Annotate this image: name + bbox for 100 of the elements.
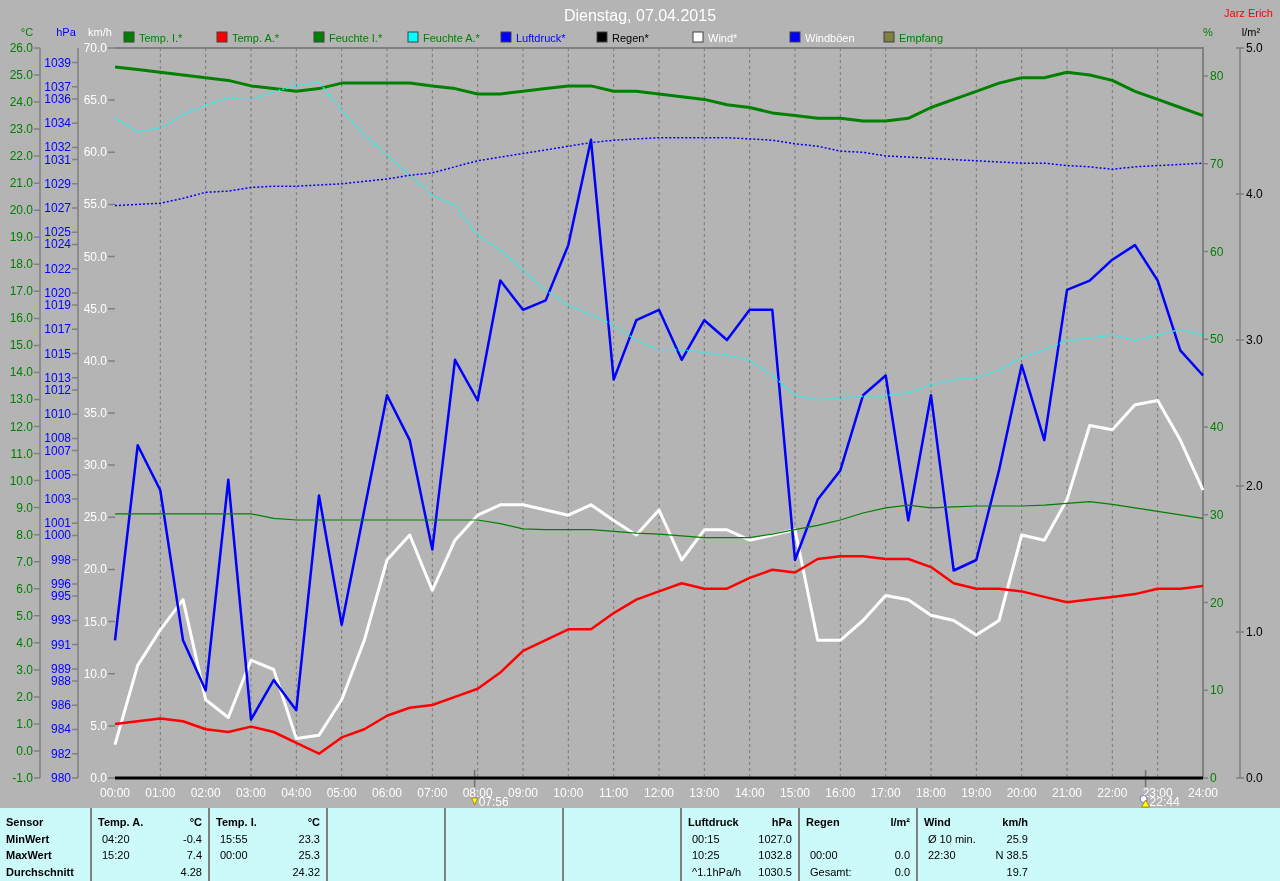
axis-tick-label: 50.0 [83, 249, 107, 264]
axis-tick-label: 03:00 [236, 786, 266, 800]
table-cell-text: 24.32 [291, 865, 320, 878]
axis-tick-label: 2.0 [16, 689, 33, 704]
table-cell-text: N 38.5 [994, 849, 1028, 862]
axis-tick-label: 984 [50, 722, 71, 737]
table-cell-text: 25.3 [297, 849, 320, 862]
legend-label: Regen* [612, 32, 649, 44]
legend-label: Temp. I.* [139, 32, 183, 44]
axis-tick-label: 60.0 [83, 145, 107, 160]
table-cell-text: Ø 10 min. [927, 832, 977, 845]
axis-tick-label: 5.0 [90, 718, 107, 733]
axis-tick-label: 982 [50, 746, 71, 761]
axis-tick-label: 1025 [44, 225, 71, 240]
axis-tick-label: 9.0 [16, 500, 33, 515]
table-cell-text: ^1.1hPa/h [691, 865, 743, 878]
axis-tick-label: 30 [1210, 507, 1224, 522]
table-cell-text: 00:00 [219, 849, 249, 862]
axis-tick-label: 23.0 [9, 122, 33, 137]
sunrise-icon [471, 797, 478, 806]
axis-tick-label: 11.0 [10, 446, 33, 461]
axis-tick-label: 0.0 [90, 771, 107, 785]
axis-tick-label: 1036 [44, 91, 71, 106]
axis-tick-label: 998 [50, 552, 71, 567]
axis-tick-label: 15:00 [780, 786, 810, 800]
legend-label: Luftdruck* [516, 32, 566, 44]
axis-tick-label: 25.0 [83, 510, 107, 525]
axis-tick-label: 1005 [44, 467, 71, 482]
row-label: MinWert [6, 831, 51, 847]
unit-label: °C [188, 816, 202, 829]
axis-tick-label: 1039 [44, 55, 71, 70]
axis-tick-label: 1022 [44, 261, 71, 276]
table-cell-text: Gesamt: [809, 865, 853, 878]
axis-tick-label: 04:00 [281, 786, 312, 800]
axis-tick-label: 4.0 [1246, 187, 1263, 201]
axis-tick-label: 20 [1210, 595, 1224, 610]
axis-tick-label: 12.0 [9, 419, 33, 434]
axis-tick-label: 21.0 [9, 176, 33, 191]
axis-tick-label: 22.0 [9, 149, 33, 164]
table-cell-text: 25.9 [1005, 832, 1028, 845]
table-cell-text: 19.7 [1005, 865, 1028, 878]
axis-tick-label: 65.0 [83, 93, 107, 108]
axis-tick-label: 996 [50, 577, 71, 591]
axis-tick-label: 1015 [44, 346, 71, 361]
axis-tick-label: 1001 [44, 516, 71, 531]
column-heading: Temp. A. [98, 816, 145, 829]
axis-tick-label: 10.0 [9, 473, 33, 488]
axis-tick-label: 70.0 [83, 41, 107, 55]
axis-tick-label: 1.0 [1246, 625, 1263, 639]
axis-tick-label: 15.0 [83, 614, 107, 629]
axis-tick-label: 10.0 [83, 666, 107, 681]
axis-tick-label: 1007 [44, 443, 71, 458]
axis-tick-label: 70 [1210, 156, 1224, 171]
axis-tick-label: 06:00 [372, 786, 402, 800]
axis-tick-label: 4.0 [16, 635, 33, 650]
axis-tick-label: 16:00 [825, 786, 856, 800]
axis-tick-label: 989 [50, 661, 71, 676]
axis-tick-label: 0.0 [16, 743, 33, 758]
axis-tick-label: 24:00 [1188, 786, 1218, 800]
axis-tick-label: 19.0 [9, 230, 33, 245]
unit-label: hPa [770, 816, 792, 829]
table-cell-text: 23.3 [297, 832, 320, 845]
axis-tick-label: 1008 [44, 431, 71, 446]
legend-label: Empfang [899, 32, 944, 44]
column-heading: Luftdruck [688, 816, 740, 829]
axis-tick-label: 35.0 [83, 406, 107, 420]
row-label: MaxWert [6, 848, 53, 863]
axis-tick-label: 16.0 [9, 311, 33, 326]
axis-tick-label: 13:00 [689, 786, 720, 800]
axis-tick-label: 0 [1210, 771, 1217, 785]
axis-tick-label: 1037 [44, 79, 71, 94]
legend-label: Windböen [805, 32, 855, 44]
axis-tick-label: 986 [50, 698, 71, 713]
chart-title: Dienstag, 07.04.2015 [563, 7, 717, 24]
legend-label: Feuchte I.* [329, 32, 383, 44]
axis-tick-label: 980 [50, 771, 71, 785]
axis-tick-label: 25.0 [9, 68, 33, 83]
axis-tick-label: 05:00 [326, 786, 357, 800]
unit-label: l/m² [890, 816, 910, 829]
axis-tick-label: 1003 [44, 492, 71, 507]
table-cell-text: 1030.5 [757, 865, 792, 878]
unit-label: km/h [1001, 816, 1028, 829]
axis-tick-label: 13.0 [9, 392, 33, 407]
axis-tick-label: 45.0 [83, 301, 107, 316]
axis-tick-label: 5.0 [1246, 41, 1263, 55]
axis-tick-label: 19:00 [961, 786, 992, 800]
axis-tick-label: 1029 [44, 176, 71, 191]
user-name: Jarz Erich [1224, 7, 1273, 19]
axis-tick-label: 991 [50, 637, 71, 652]
axis-tick-label: 3.0 [1246, 333, 1263, 347]
axis-unit: km/h [88, 26, 112, 38]
axis-tick-label: 993 [50, 613, 71, 628]
axis-tick-label: 07:00 [417, 786, 448, 800]
column-heading: Temp. I. [216, 816, 258, 829]
legend-label: Feuchte A.* [423, 32, 480, 44]
table-cell-text: 7.4 [185, 849, 202, 862]
table-cell-text: 1032.8 [757, 849, 792, 862]
axis-tick-label: 50 [1210, 332, 1224, 347]
axis-tick-label: 30.0 [83, 458, 107, 473]
axis-tick-label: 988 [50, 674, 71, 688]
